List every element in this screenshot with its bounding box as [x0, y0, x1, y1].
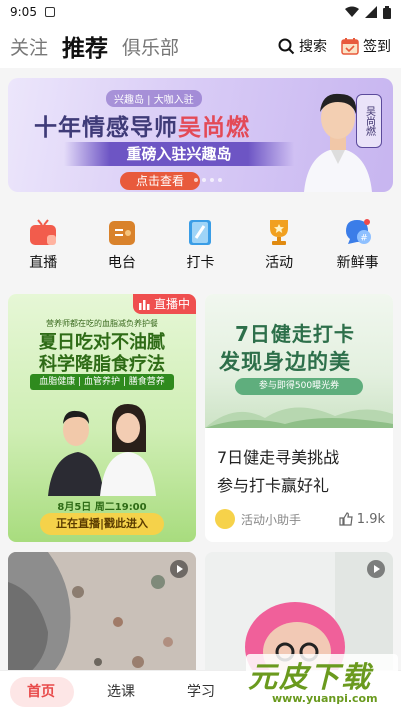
status-bar: 9:05 [0, 0, 401, 24]
banner-subtitle: 重磅入驻兴趣岛 [64, 142, 294, 166]
like-count: 1.9k [356, 511, 385, 527]
author-name: 活动小助手 [241, 512, 302, 527]
trophy-icon [270, 220, 289, 245]
search-button[interactable]: 搜索 [278, 36, 327, 56]
banner-brand: 兴趣岛 | 大咖入驻 [106, 90, 202, 107]
banner-title: 十年情感导师吴尚燃 [34, 108, 250, 142]
enter-live-button[interactable]: 正在直播|戳此进入 [40, 513, 164, 535]
quick-nav-label: 直播 [29, 255, 58, 271]
notification-icon [44, 7, 55, 17]
instructor-name-tag: 吴尚燃 [356, 94, 382, 148]
pager-dot [210, 178, 214, 182]
svg-text:#: # [360, 234, 368, 244]
bottom-tab-courses[interactable]: 选课 [86, 671, 156, 712]
radio-icon [108, 221, 135, 245]
poster-title-line2: 发现身边的美 [219, 350, 351, 374]
card-text-line1: 7日健走寻美挑战 [217, 448, 340, 467]
activity-card[interactable]: 7日健走打卡 发现身边的美 参与即得500曝光券 7日健走寻美挑战 参与打卡赢好… [205, 294, 393, 542]
tv-icon [30, 219, 57, 245]
header-actions: 搜索 签到 [278, 36, 391, 56]
quick-nav-label: 打卡 [186, 255, 215, 271]
search-icon [278, 38, 295, 54]
live-stream-card[interactable]: 直播中 营养师都在吃的血脂减负养护餐 夏日吃对不油腻 科学降脂食疗法 血脂健康 … [8, 294, 196, 542]
author-avatar [215, 509, 235, 529]
banner-title-prefix: 十年情感导师 [34, 115, 178, 141]
search-label: 搜索 [299, 39, 327, 55]
play-icon [367, 560, 385, 578]
card-text-line2: 参与打卡赢好礼 [217, 476, 330, 495]
calendar-checkin-icon [341, 38, 359, 55]
feed-content: 兴趣岛 | 大咖入驻 十年情感导师吴尚燃 重磅入驻兴趣岛 点击查看 吴尚燃 直播… [0, 68, 401, 670]
live-badge-label: 直播中 [153, 297, 190, 311]
top-header: 关注 推荐 俱乐部 搜索 签到 [0, 24, 401, 68]
watermark-url: www.yuanpi.com [272, 692, 378, 705]
banner-pager [194, 178, 222, 182]
like-button[interactable]: 1.9k [339, 512, 385, 527]
pager-dot [194, 178, 198, 182]
wifi-icon [345, 6, 359, 17]
checkin-book-icon [189, 220, 212, 245]
checkin-label: 签到 [363, 39, 391, 55]
chat-bubble-icon: # [345, 219, 371, 244]
live-badge: 直播中 [132, 294, 196, 314]
promo-banner[interactable]: 兴趣岛 | 大咖入驻 十年情感导师吴尚燃 重磅入驻兴趣岛 点击查看 吴尚燃 [8, 78, 393, 192]
quick-nav-label: 活动 [265, 255, 294, 271]
quick-nav-label: 电台 [107, 255, 136, 271]
card-meta: 活动小助手 1.9k [215, 509, 385, 529]
pager-dot [218, 178, 222, 182]
live-bars-icon [138, 299, 150, 310]
tab-club[interactable]: 俱乐部 [122, 33, 179, 60]
tab-recommend[interactable]: 推荐 [62, 29, 108, 66]
thumbs-up-icon [339, 512, 353, 526]
signal-icon [365, 6, 377, 18]
battery-icon [383, 5, 391, 19]
poster-title-line1: 7日健走打卡 [235, 322, 355, 346]
poster-tags: 血脂健康 | 血管养护 | 膳食营养 [30, 374, 174, 390]
poster-date: 8月5日 周二19:00 [57, 502, 147, 513]
pager-dot [202, 178, 206, 182]
quick-nav-checkin[interactable]: 打卡 [164, 208, 236, 284]
bottom-tab-study[interactable]: 学习 [166, 671, 236, 712]
card-text: 7日健走寻美挑战 参与打卡赢好礼 [217, 444, 339, 500]
watermark-logo-text: 元皮下载 [248, 660, 373, 694]
quick-nav-live[interactable]: 直播 [7, 208, 79, 284]
play-icon [170, 560, 188, 578]
quick-nav: 直播 电台 打卡 活动 # 新鲜事 [0, 208, 401, 284]
status-time: 9:05 [10, 5, 37, 19]
bottom-tab-home[interactable]: 首页 [6, 671, 76, 712]
activity-poster: 7日健走打卡 发现身边的美 参与即得500曝光券 [205, 294, 393, 428]
quick-nav-activity[interactable]: 活动 [243, 208, 315, 284]
banner-title-highlight: 吴尚燃 [178, 115, 250, 141]
quick-nav-radio[interactable]: 电台 [86, 208, 158, 284]
landscape-decoration [205, 407, 393, 428]
video-card[interactable] [8, 552, 196, 670]
checkin-button[interactable]: 签到 [341, 36, 391, 56]
live-poster: 直播中 营养师都在吃的血脂减负养护餐 夏日吃对不油腻 科学降脂食疗法 血脂健康 … [8, 294, 196, 542]
cat-video-thumbnail [8, 552, 196, 670]
banner-cta-button[interactable]: 点击查看 [120, 172, 201, 190]
tab-follow[interactable]: 关注 [10, 33, 48, 60]
poster-title-line2: 科学降脂食疗法 [39, 354, 165, 375]
quick-nav-label: 新鲜事 [336, 255, 379, 271]
quick-nav-news[interactable]: # 新鲜事 [322, 208, 394, 284]
hosts-photo [48, 404, 156, 496]
poster-reward-pill: 参与即得500曝光券 [235, 378, 363, 395]
status-icons [345, 5, 391, 19]
